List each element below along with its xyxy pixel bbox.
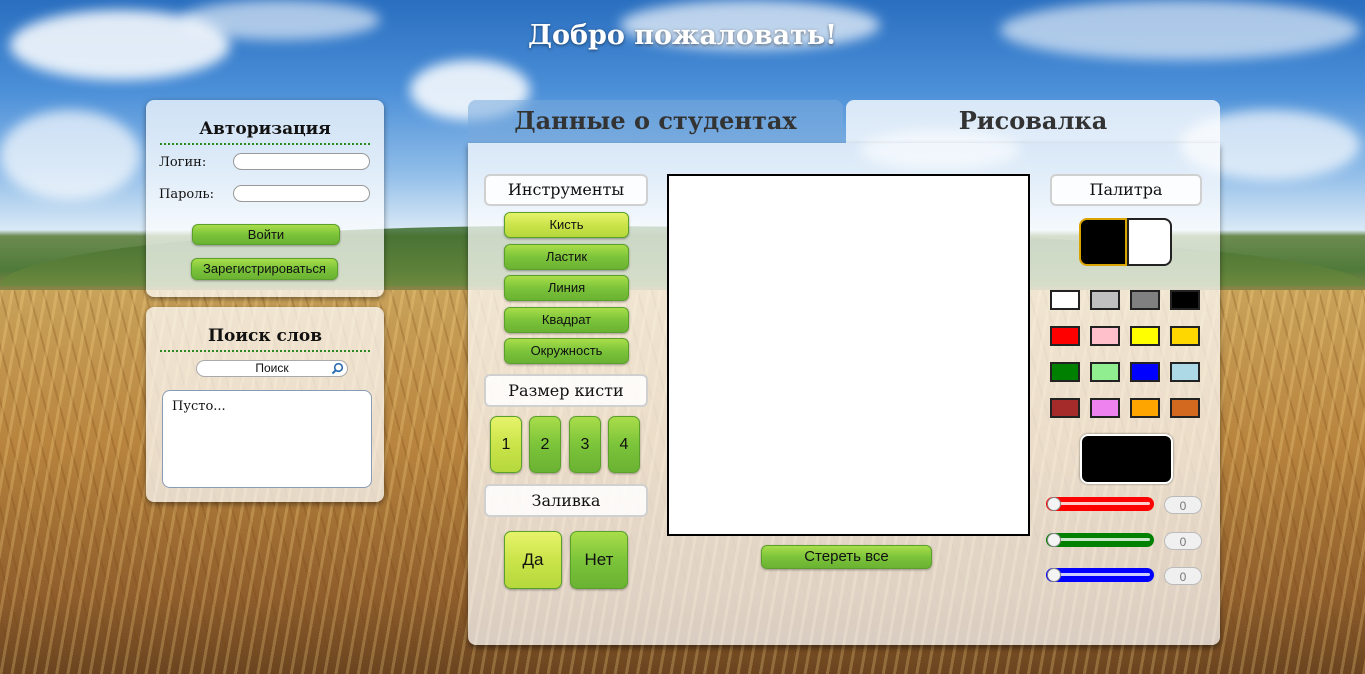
register-button[interactable]: Зарегистрироваться	[191, 258, 338, 280]
secondary-color-box[interactable]	[1127, 218, 1172, 266]
primary-color-box[interactable]	[1079, 218, 1127, 266]
brush-size-1-button[interactable]: 1	[490, 416, 522, 473]
fill-yes-button[interactable]: Да	[504, 531, 562, 589]
color-swatch[interactable]	[1090, 398, 1120, 418]
blue-slider[interactable]	[1046, 568, 1154, 582]
tool-line-button[interactable]: Линия	[504, 275, 629, 301]
login-label: Логин:	[159, 155, 207, 170]
color-swatch[interactable]	[1050, 362, 1080, 382]
login-input[interactable]	[233, 153, 370, 170]
color-swatch[interactable]	[1170, 290, 1200, 310]
green-value[interactable]: 0	[1164, 532, 1202, 550]
word-search-panel: Поиск слов Поиск Пусто...	[146, 307, 384, 502]
brush-size-header: Размер кисти	[484, 374, 648, 407]
color-swatch[interactable]	[1130, 362, 1160, 382]
fill-no-button[interactable]: Нет	[570, 531, 628, 589]
search-results: Пусто...	[162, 390, 372, 488]
clear-all-button[interactable]: Стереть все	[761, 545, 932, 569]
brush-size-2-button[interactable]: 2	[529, 416, 561, 473]
search-divider	[160, 350, 370, 352]
color-swatch[interactable]	[1130, 398, 1160, 418]
auth-panel: Авторизация Логин: Пароль: Войти Зарегис…	[146, 100, 384, 297]
red-value[interactable]: 0	[1164, 496, 1202, 514]
tool-eraser-button[interactable]: Ластик	[504, 244, 629, 270]
green-slider[interactable]	[1046, 533, 1154, 547]
color-swatch[interactable]	[1170, 398, 1200, 418]
color-swatch[interactable]	[1050, 290, 1080, 310]
color-preview	[1080, 434, 1173, 484]
search-title: Поиск слов	[207, 326, 323, 346]
blue-value[interactable]: 0	[1164, 567, 1202, 585]
color-swatch[interactable]	[1170, 326, 1200, 346]
color-swatch[interactable]	[1170, 362, 1200, 382]
brush-size-4-button[interactable]: 4	[608, 416, 640, 473]
tool-square-button[interactable]: Квадрат	[504, 307, 629, 333]
color-swatch[interactable]	[1130, 290, 1160, 310]
auth-divider	[160, 143, 370, 145]
page-title: Добро пожаловать!	[527, 20, 838, 51]
red-slider-handle[interactable]	[1047, 497, 1061, 511]
color-swatch[interactable]	[1090, 362, 1120, 382]
blue-slider-handle[interactable]	[1047, 568, 1061, 582]
search-icon[interactable]	[331, 362, 344, 375]
search-input[interactable]: Поиск	[197, 361, 347, 376]
drawing-canvas[interactable]	[667, 174, 1030, 536]
color-swatch[interactable]	[1090, 290, 1120, 310]
tool-circle-button[interactable]: Окружность	[504, 338, 629, 364]
fill-header: Заливка	[484, 484, 648, 517]
search-box[interactable]: Поиск	[196, 360, 348, 377]
tool-brush-button[interactable]: Кисть	[504, 212, 629, 238]
password-input[interactable]	[233, 185, 370, 202]
search-results-text: Пусто...	[172, 399, 226, 414]
color-swatch[interactable]	[1050, 398, 1080, 418]
green-slider-handle[interactable]	[1047, 533, 1061, 547]
auth-title: Авторизация	[199, 119, 331, 139]
red-slider[interactable]	[1046, 497, 1154, 511]
color-swatch[interactable]	[1050, 326, 1080, 346]
password-label: Пароль:	[159, 187, 214, 202]
color-swatch[interactable]	[1130, 326, 1160, 346]
brush-size-3-button[interactable]: 3	[569, 416, 601, 473]
tab-drawing[interactable]: Рисовалка	[846, 100, 1220, 143]
tools-header: Инструменты	[484, 174, 648, 206]
login-button[interactable]: Войти	[192, 224, 340, 245]
palette-header: Палитра	[1050, 174, 1202, 206]
tab-student-data[interactable]: Данные о студентах	[468, 100, 843, 143]
color-swatch[interactable]	[1090, 326, 1120, 346]
